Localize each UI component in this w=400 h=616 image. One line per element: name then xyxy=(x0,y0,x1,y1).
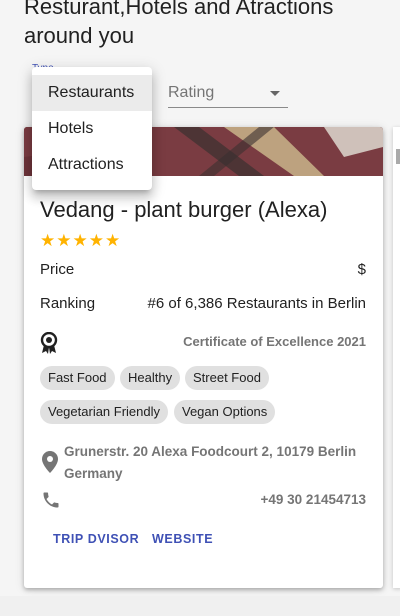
rating-select-placeholder: Rating xyxy=(168,84,215,101)
menu-item-restaurants[interactable]: Restaurants xyxy=(32,75,152,111)
tripadvisor-button[interactable]: TRIP DVISOR xyxy=(53,532,139,546)
ranking-label: Ranking xyxy=(40,295,96,312)
address: Grunerstr. 20 Alexa Foodcourt 2, 10179 B… xyxy=(64,441,364,485)
menu-item-attractions[interactable]: Attractions xyxy=(32,147,152,183)
tag-chip: Vegetarian Friendly xyxy=(40,400,169,424)
phone-number[interactable]: +49 30 21454713 xyxy=(261,492,366,507)
location-pin-icon xyxy=(42,451,58,478)
price-value: $ xyxy=(357,261,366,278)
award-icon xyxy=(39,331,59,354)
next-place-image xyxy=(396,149,400,164)
rating-stars: ★★★★★ xyxy=(40,231,122,250)
ranking-value: #6 of 6,386 Restaurants in Berlin xyxy=(147,295,366,312)
website-button[interactable]: WEBSITE xyxy=(152,532,213,546)
page-bottom xyxy=(0,596,400,616)
rating-select[interactable]: Rating xyxy=(168,78,288,108)
price-label: Price xyxy=(40,261,75,278)
tag-chip: Fast Food xyxy=(40,366,115,390)
tag-chip: Street Food xyxy=(185,366,269,390)
address-line-2: Germany xyxy=(64,466,123,481)
page-heading: Resturant,Hotels and Atractions around y… xyxy=(24,0,334,48)
address-line-1: Grunerstr. 20 Alexa Foodcourt 2, 10179 B… xyxy=(64,444,357,459)
phone-icon xyxy=(41,490,61,515)
tag-chip: Healthy xyxy=(120,366,181,390)
arrow-drop-down-icon xyxy=(270,91,280,96)
next-place-card xyxy=(393,127,400,588)
place-name: Vedang - plant burger (Alexa) xyxy=(40,197,328,222)
place-card: Vedang - plant burger (Alexa) ★★★★★ Pric… xyxy=(24,127,383,588)
type-select-menu: Restaurants Hotels Attractions xyxy=(32,67,152,190)
certificate-text: Certificate of Excellence 2021 xyxy=(183,334,366,349)
tag-chip: Vegan Options xyxy=(174,400,276,424)
menu-item-hotels[interactable]: Hotels xyxy=(32,111,152,147)
